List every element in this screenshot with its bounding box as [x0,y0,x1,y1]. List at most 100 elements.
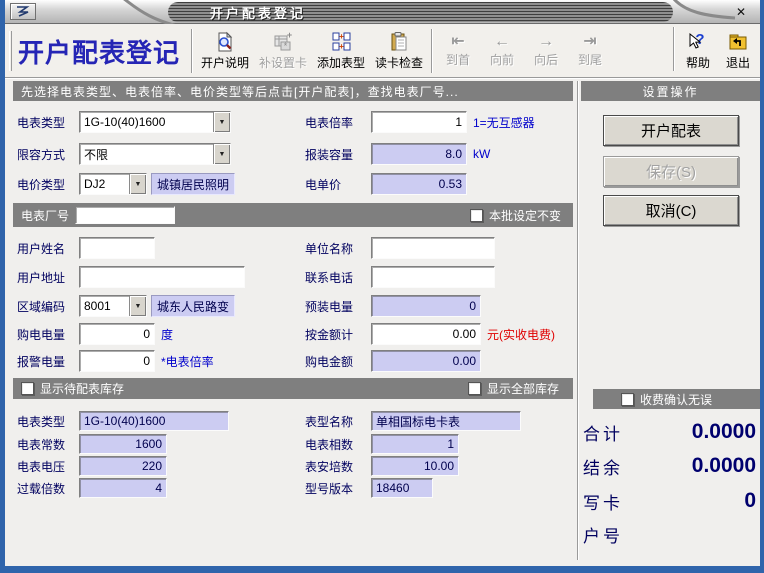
meter-constant-label: 电表常数 [17,436,79,453]
nav-button-first: ⇤ 到首 [436,27,480,75]
svg-text:+: + [339,42,344,51]
total-row: 合计 0.0000 [583,417,756,447]
balance-value: 0.0000 [692,454,756,478]
fee-confirm-bar: 收费确认无误 [593,389,760,409]
purchase-amount-field: 0.00 [371,350,481,372]
chevron-down-icon[interactable]: ▼ [129,174,146,194]
customer-name-label: 用户姓名 [17,240,79,257]
nav-button-label: 到尾 [578,51,602,68]
region-code-select[interactable]: 8001 ▼ [79,295,147,317]
meter-type2-label: 电表类型 [17,413,79,430]
show-pending-stock-checkbox[interactable] [21,382,34,395]
meter-ampere-field: 10.00 [371,456,459,476]
account-number-row: 户号 [583,519,756,549]
by-amount-note: 元(实收电费) [487,326,555,343]
limit-mode-select[interactable]: 不限 ▼ [79,143,231,165]
nav-button-label: 向后 [534,51,558,68]
nav-button-label: 到首 [446,51,470,68]
org-name-label: 单位名称 [305,240,371,257]
alarm-qty-input[interactable] [79,350,155,372]
chevron-down-icon[interactable]: ▼ [129,296,146,316]
nav-button-previous: ← 向前 [480,27,524,75]
alarm-qty-label: 报警电量 [17,353,79,370]
price-type-description: 城镇居民照明 [151,173,235,195]
open-account-assign-button[interactable]: 开户配表 [603,115,739,146]
by-amount-label: 按金额计 [305,326,371,343]
app-icon[interactable] [10,3,36,20]
svg-text:+: + [287,31,292,40]
help-button[interactable]: ? 帮助 [678,27,718,75]
capacity-label: 报装容量 [305,146,371,163]
phone-input[interactable] [371,266,495,288]
operations-panel-title: 设置操作 [581,81,760,101]
show-all-stock-checkbox[interactable] [468,382,481,395]
toolbar-grip[interactable] [9,31,12,71]
exit-button[interactable]: 退出 [718,27,758,75]
chevron-down-icon[interactable]: ▼ [213,112,230,132]
toolbar-actions-group: ? 帮助 退出 [670,27,758,75]
purchase-qty-input[interactable] [79,323,155,345]
price-type-value: DJ2 [80,174,129,194]
form-row: 购电电量 度 按金额计 元(实收电费) [13,323,575,345]
customer-address-input[interactable] [79,266,245,288]
model-version-label: 型号版本 [305,480,371,497]
org-name-input[interactable] [371,237,495,259]
svg-text:*: * [284,41,288,51]
factory-number-input[interactable] [75,206,175,224]
meter-ampere-label: 表安培数 [305,458,371,475]
next-record-icon: → [538,34,554,50]
tool-button-add-meter-model[interactable]: + + 添加表型 [312,27,370,75]
meter-type-label: 电表类型 [17,114,79,131]
write-card-label: 写卡 [583,489,623,514]
overload-ratio-label: 过载倍数 [17,480,79,497]
purchase-qty-unit: 度 [161,326,173,343]
multiplier-input[interactable] [371,111,467,133]
model-name-label: 表型名称 [305,413,371,430]
app-logo-icon [16,6,30,17]
toolbar-separator [673,27,675,71]
instruction-bar: 先选择电表类型、电表倍率、电价类型等后点击[开户配表]，查找电表厂号... [13,81,573,101]
model-name-field: 单相国标电卡表 [371,411,521,431]
form-row: 过载倍数 4 型号版本 18460 [13,478,575,498]
fee-confirm-label: 收费确认无误 [640,391,712,408]
exit-folder-icon [727,31,749,53]
limit-mode-label: 限容方式 [17,146,79,163]
tool-button-open-account-help[interactable]: 开户说明 [196,27,254,75]
unit-price-field: 0.53 [371,173,467,195]
clipboard-check-icon [388,31,410,53]
help-cursor-icon: ? [687,31,709,53]
customer-name-input[interactable] [79,237,155,259]
batch-fixed-checkbox[interactable] [470,209,483,222]
by-amount-input[interactable] [371,323,481,345]
close-button[interactable]: ✕ [732,3,750,20]
balance-row: 结余 0.0000 [583,451,756,481]
show-pending-stock-label: 显示待配表库存 [40,380,124,397]
balance-label: 结余 [583,454,623,479]
form-row: 电表常数 1600 电表相数 1 [13,434,575,454]
window-frame: 开户配表登记 ✕ 开户配表登记 开户说明 * + [5,0,760,566]
nav-button-last: ⇥ 到尾 [568,27,612,75]
model-version-field: 18460 [371,478,433,498]
app-window: 开户配表登记 ✕ 开户配表登记 开户说明 * + [0,0,764,573]
save-button: 保存(S) [603,156,739,187]
fee-confirm-checkbox[interactable] [621,393,634,406]
unit-price-label: 电单价 [305,176,371,193]
preload-energy-label: 预装电量 [305,298,371,315]
nav-button-next: → 向后 [524,27,568,75]
meter-type-select[interactable]: 1G-10(40)1600 ▼ [79,111,231,133]
tool-button-label: 补设置卡 [259,54,307,71]
main-form-area: 先选择电表类型、电表倍率、电价类型等后点击[开户配表]，查找电表厂号... 电表… [13,81,575,564]
last-record-icon: ⇥ [583,34,596,50]
price-type-select[interactable]: DJ2 ▼ [79,173,147,195]
show-all-stock-label: 显示全部库存 [487,380,559,397]
preload-energy-field: 0 [371,295,481,317]
tool-button-read-card-check[interactable]: 读卡检查 [370,27,428,75]
card-add-icon: * + [272,31,294,53]
capacity-field: 8.0 [371,143,467,165]
meter-phases-field: 1 [371,434,459,454]
multiplier-hint: 1=无互感器 [473,114,535,131]
batch-fixed-label: 本批设定不变 [489,207,561,224]
chevron-down-icon[interactable]: ▼ [213,144,230,164]
cancel-button[interactable]: 取消(C) [603,195,739,226]
price-type-label: 电价类型 [17,176,79,193]
